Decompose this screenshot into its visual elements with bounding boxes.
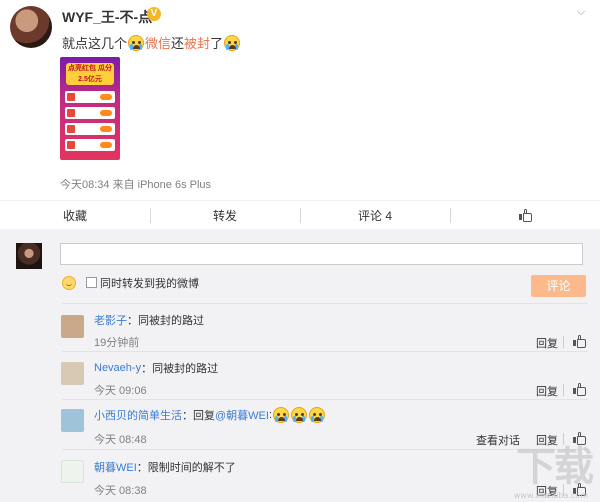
commenter-name[interactable]: 朝暮WEI [94, 459, 137, 475]
commenter-avatar[interactable] [61, 409, 84, 432]
comment-input[interactable] [60, 243, 583, 265]
action-bar: 收藏 转发 评论 4 [0, 200, 600, 229]
repost-label: 转发 [212, 208, 237, 223]
comment-text: ：回复 [182, 410, 215, 422]
also-repost-checkbox[interactable] [86, 277, 97, 288]
repost-button[interactable]: 转发 [150, 201, 300, 229]
comment-like-button[interactable] [573, 383, 586, 396]
comment-time: 今天 08:38 [94, 485, 147, 497]
comment-mention[interactable]: @朝暮WEI [215, 407, 269, 423]
commenter-avatar[interactable] [61, 315, 84, 338]
comment-text: ：同被封的路过 [141, 363, 219, 375]
reply-button[interactable]: 回复 [536, 335, 558, 351]
smile-emoji-icon[interactable] [62, 276, 76, 290]
crying-face-icon [224, 34, 241, 51]
commenter-name[interactable]: 老影子 [94, 312, 127, 328]
commenter-avatar[interactable] [61, 362, 84, 385]
comment-time: 19分钟前 [94, 337, 140, 349]
reply-button[interactable]: 回复 [536, 383, 558, 399]
my-avatar [16, 243, 42, 269]
crying-face-icon [128, 34, 145, 51]
comment-line: 朝暮WEI ：限制时间的解不了 [94, 459, 236, 475]
image-banner-text: 点亮红包 瓜分2.5亿元 [66, 63, 114, 85]
crying-face-icon [273, 407, 290, 423]
author-avatar[interactable] [10, 6, 52, 48]
comment-label: 评论 4 [357, 208, 392, 223]
comment-line: 小西贝的简单生活 ：回复 @朝暮WEI : [94, 407, 326, 423]
comment-item: 老影子 ：同被封的路过 19分钟前 回复 [0, 303, 600, 351]
crying-face-icon [291, 407, 308, 423]
post-text-prefix: 就点这几个 [62, 36, 128, 51]
comment-line: Nevaeh-y ：同被封的路过 [94, 360, 218, 376]
commenter-name[interactable]: Nevaeh-y [94, 362, 141, 374]
thumbs-up-icon [573, 335, 586, 348]
comment-line: 老影子 ：同被封的路过 [94, 312, 204, 328]
favorite-label: 收藏 [62, 208, 87, 223]
post-text-middle: 还 [171, 36, 185, 51]
comment-text-2: : [268, 409, 273, 421]
commenter-name[interactable]: 小西贝的简单生活 [94, 407, 182, 423]
chevron-down-icon[interactable]: ⌵ [574, 6, 588, 20]
comment-text: ：同被封的路过 [127, 315, 204, 327]
comment-like-button[interactable] [573, 335, 586, 348]
crying-face-icon [309, 407, 326, 423]
comment-text: ：限制时间的解不了 [136, 462, 236, 474]
post-text: 就点这几个 微信 还 被封 了 [62, 33, 241, 52]
post-link-banned[interactable]: 被封 [184, 33, 210, 52]
like-button[interactable] [450, 201, 600, 229]
post-text-suffix: 了 [210, 36, 224, 51]
thumbs-up-icon [519, 209, 532, 222]
comment-time: 今天 08:48 [94, 434, 147, 446]
thumbs-up-icon [573, 383, 586, 396]
commenter-avatar[interactable] [61, 460, 84, 483]
weibo-post: WYF_王-不-点 V ⌵ 就点这几个 微信 还 被封 了 点亮红包 瓜分2.5… [0, 0, 600, 200]
post-image[interactable]: 点亮红包 瓜分2.5亿元 [60, 57, 120, 160]
comment-button[interactable]: 评论 4 [300, 201, 450, 229]
submit-comment-button[interactable]: 评论 [531, 275, 586, 297]
comment-time: 今天 09:06 [94, 385, 147, 397]
watermark-url: www.xiazaiba.com [513, 491, 588, 500]
favorite-button[interactable]: 收藏 [0, 201, 150, 229]
post-meta: 今天08:34 来自 iPhone 6s Plus [60, 179, 212, 191]
comment-item: Nevaeh-y ：同被封的路过 今天 09:06 回复 [0, 351, 600, 399]
also-repost-label: 同时转发到我的微博 [100, 278, 199, 290]
watermark-logo: 下载 [516, 445, 594, 489]
author-name[interactable]: WYF_王-不-点 [62, 7, 152, 27]
verified-badge-icon: V [147, 7, 161, 21]
post-link-wechat[interactable]: 微信 [145, 33, 171, 52]
